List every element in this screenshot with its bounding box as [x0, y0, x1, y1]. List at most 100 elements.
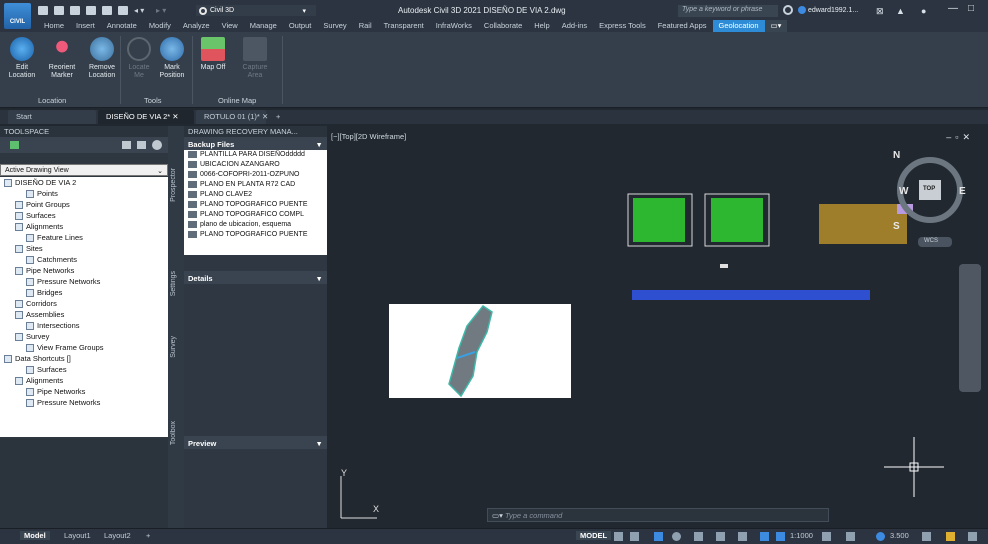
- tree-item[interactable]: Point Groups: [0, 199, 168, 210]
- backup-files-header[interactable]: Backup Files ▾: [184, 137, 327, 150]
- minimize-button[interactable]: —: [948, 3, 958, 14]
- tree-item[interactable]: Catchments: [0, 254, 168, 265]
- tree-item[interactable]: DISEÑO DE VIA 2: [0, 177, 168, 188]
- ribbon-tab-geolocation[interactable]: Geolocation: [712, 20, 765, 32]
- tab-layout2[interactable]: Layout2: [104, 531, 131, 540]
- tab-start[interactable]: Start: [8, 110, 96, 124]
- osnap-icon[interactable]: [694, 532, 703, 541]
- tab-toolbox[interactable]: Toolbox: [170, 421, 177, 445]
- tab-rotulo[interactable]: ROTULO 01 (1)* ✕: [196, 110, 268, 124]
- tree-item[interactable]: Survey: [0, 331, 168, 342]
- details-header[interactable]: Details ▾: [184, 271, 327, 284]
- backup-file-item[interactable]: PLANO EN PLANTA R72 CAD: [184, 180, 327, 190]
- new-tab-button[interactable]: +: [268, 110, 290, 124]
- cart-icon[interactable]: ⊠: [876, 6, 884, 17]
- otrack-icon[interactable]: [716, 532, 725, 541]
- ribbon-tab-view[interactable]: View: [216, 20, 244, 32]
- tab-model[interactable]: Model: [20, 531, 50, 540]
- tree-item[interactable]: Alignments: [0, 375, 168, 386]
- ribbon-tab-modify[interactable]: Modify: [143, 20, 177, 32]
- autodesk-icon[interactable]: ▲: [896, 6, 905, 16]
- ribbon-tab-transparent[interactable]: Transparent: [378, 20, 430, 32]
- drawing-viewport[interactable]: [−][Top][2D Wireframe] –▫✕ N S E W TOP W…: [327, 126, 988, 534]
- annotation-scale-dropdown[interactable]: 1:1000: [790, 531, 813, 540]
- backup-file-item[interactable]: PLANO TOPOGRAFICO PUENTE: [184, 200, 327, 210]
- backup-file-item[interactable]: plano de ubicacion, esquema: [184, 220, 327, 230]
- ribbon-tab-survey[interactable]: Survey: [317, 20, 352, 32]
- ribbon-tab-infraworks[interactable]: InfraWorks: [430, 20, 478, 32]
- isolate-icon[interactable]: [876, 532, 885, 541]
- ribbon-tab-featured-apps[interactable]: Featured Apps: [652, 20, 713, 32]
- tree-item[interactable]: Pressure Networks: [0, 397, 168, 408]
- tree-item[interactable]: Corridors: [0, 298, 168, 309]
- tab-prospector[interactable]: Prospector: [170, 168, 177, 202]
- ribbon-tab-home[interactable]: Home: [38, 20, 70, 32]
- open-icon[interactable]: [54, 6, 64, 15]
- snap-icon[interactable]: [630, 532, 639, 541]
- new-icon[interactable]: [38, 6, 48, 15]
- layout-icon[interactable]: [137, 141, 146, 149]
- ribbon-tab-add-ins[interactable]: Add-ins: [556, 20, 593, 32]
- tree-item[interactable]: Surfaces: [0, 210, 168, 221]
- ribbon-tab-analyze[interactable]: Analyze: [177, 20, 216, 32]
- help-icon[interactable]: ●: [921, 6, 926, 16]
- backup-file-item[interactable]: PLANO CLAVE2: [184, 190, 327, 200]
- backup-file-item[interactable]: UBICACION AZANGARO: [184, 160, 327, 170]
- clean-screen-icon[interactable]: [968, 532, 977, 541]
- add-icon[interactable]: [846, 532, 855, 541]
- tree-item[interactable]: Sites: [0, 243, 168, 254]
- tree-item[interactable]: Pressure Networks: [0, 276, 168, 287]
- undo-icon[interactable]: ◂ ▾: [134, 6, 150, 15]
- lineweight-icon[interactable]: [738, 532, 747, 541]
- tree-item[interactable]: View Frame Groups: [0, 342, 168, 353]
- tab-survey[interactable]: Survey: [170, 336, 177, 358]
- maximize-button[interactable]: □: [968, 3, 974, 14]
- help-icon[interactable]: [152, 140, 162, 150]
- search-input[interactable]: Type a keyword or phrase: [678, 5, 778, 17]
- save-as-icon[interactable]: [86, 6, 96, 15]
- app-logo-button[interactable]: CIVIL: [4, 3, 31, 29]
- ribbon-tab-rail[interactable]: Rail: [353, 20, 378, 32]
- tree-item[interactable]: Alignments: [0, 221, 168, 232]
- preview-header[interactable]: Preview ▾: [184, 436, 327, 449]
- gear-icon[interactable]: [822, 532, 831, 541]
- tab-diseno-de-via[interactable]: DISEÑO DE VIA 2* ✕: [98, 110, 194, 124]
- print-icon[interactable]: [118, 6, 128, 15]
- command-input[interactable]: ▭▾ Type a command: [487, 508, 829, 522]
- navigation-bar[interactable]: [959, 264, 981, 392]
- reorient-marker-button[interactable]: Reorient Marker: [44, 37, 80, 80]
- tree-item[interactable]: Pipe Networks: [0, 386, 168, 397]
- workspace-switch-icon[interactable]: [922, 532, 931, 541]
- active-view-dropdown[interactable]: Active Drawing View ⌄: [0, 164, 168, 176]
- backup-file-item[interactable]: PLANTILLA PARA DISEÑOddddd: [184, 150, 327, 160]
- model-space-toggle[interactable]: MODEL: [576, 531, 612, 540]
- plot-icon[interactable]: [102, 6, 112, 15]
- backup-file-item[interactable]: PLANO TOPOGRAFICO COMPL: [184, 210, 327, 220]
- add-layout-button[interactable]: +: [146, 531, 150, 540]
- grid-icon[interactable]: [614, 532, 623, 541]
- search-icon[interactable]: [783, 5, 793, 15]
- tree-item[interactable]: Data Shortcuts []: [0, 353, 168, 364]
- tree-item[interactable]: Pipe Networks: [0, 265, 168, 276]
- ribbon-more-tabs-button[interactable]: ▭▾: [764, 20, 787, 32]
- grid-icon[interactable]: [122, 141, 131, 149]
- tree-item[interactable]: Assemblies: [0, 309, 168, 320]
- ribbon-tab-collaborate[interactable]: Collaborate: [478, 20, 528, 32]
- ribbon-tab-annotate[interactable]: Annotate: [101, 20, 143, 32]
- mark-position-button[interactable]: Mark Position: [156, 37, 188, 80]
- backup-file-item[interactable]: PLANO TOPOGRAFICO PUENTE: [184, 230, 327, 240]
- hardware-acceleration-icon[interactable]: [946, 532, 955, 541]
- save-icon[interactable]: [70, 6, 80, 15]
- annotation-scale-icon[interactable]: [776, 532, 785, 541]
- polar-icon[interactable]: [672, 532, 681, 541]
- tree-item[interactable]: Bridges: [0, 287, 168, 298]
- ribbon-tab-output[interactable]: Output: [283, 20, 318, 32]
- ribbon-tab-insert[interactable]: Insert: [70, 20, 101, 32]
- capture-area-button[interactable]: Capture Area: [238, 37, 272, 80]
- tree-item[interactable]: Intersections: [0, 320, 168, 331]
- tree-item[interactable]: Surfaces: [0, 364, 168, 375]
- tab-settings[interactable]: Settings: [170, 271, 177, 296]
- tree-item[interactable]: Points: [0, 188, 168, 199]
- workspace-dropdown[interactable]: Civil 3D ▾: [196, 5, 316, 16]
- remove-location-button[interactable]: Remove Location: [84, 37, 120, 80]
